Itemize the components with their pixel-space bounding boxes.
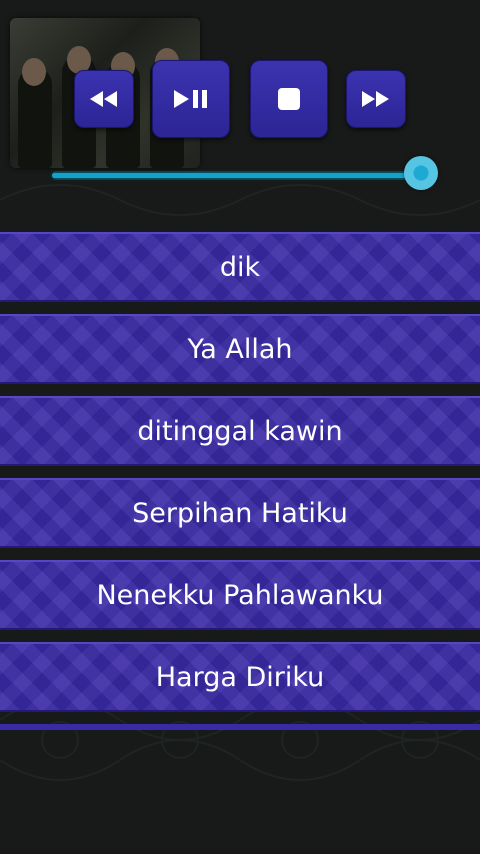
stop-icon	[278, 88, 300, 110]
fast-forward-icon	[362, 91, 389, 107]
song-title: Nenekku Pahlawanku	[96, 579, 384, 611]
play-pause-icon	[174, 90, 207, 108]
song-item[interactable]: Serpihan Hatiku	[0, 478, 480, 548]
seek-progress	[52, 173, 422, 178]
song-title: Serpihan Hatiku	[132, 497, 348, 529]
song-item[interactable]: ditinggal kawin	[0, 396, 480, 466]
song-title: Harga Diriku	[155, 661, 325, 693]
song-title: ditinggal kawin	[137, 415, 343, 447]
stop-button[interactable]	[250, 60, 328, 138]
list-divider	[0, 724, 480, 730]
fast-forward-button[interactable]	[346, 70, 406, 128]
play-pause-button[interactable]	[152, 60, 230, 138]
rewind-button[interactable]	[74, 70, 134, 128]
song-item[interactable]: Nenekku Pahlawanku	[0, 560, 480, 630]
song-title: Ya Allah	[187, 333, 293, 365]
song-item[interactable]: Ya Allah	[0, 314, 480, 384]
seek-bar[interactable]	[52, 156, 438, 190]
player-header	[0, 0, 480, 232]
song-title: dik	[219, 251, 261, 283]
rewind-icon	[90, 91, 117, 107]
song-list: dik Ya Allah ditinggal kawin Serpihan Ha…	[0, 232, 480, 730]
song-item[interactable]: dik	[0, 232, 480, 302]
song-item[interactable]: Harga Diriku	[0, 642, 480, 712]
seek-thumb[interactable]	[404, 156, 438, 190]
